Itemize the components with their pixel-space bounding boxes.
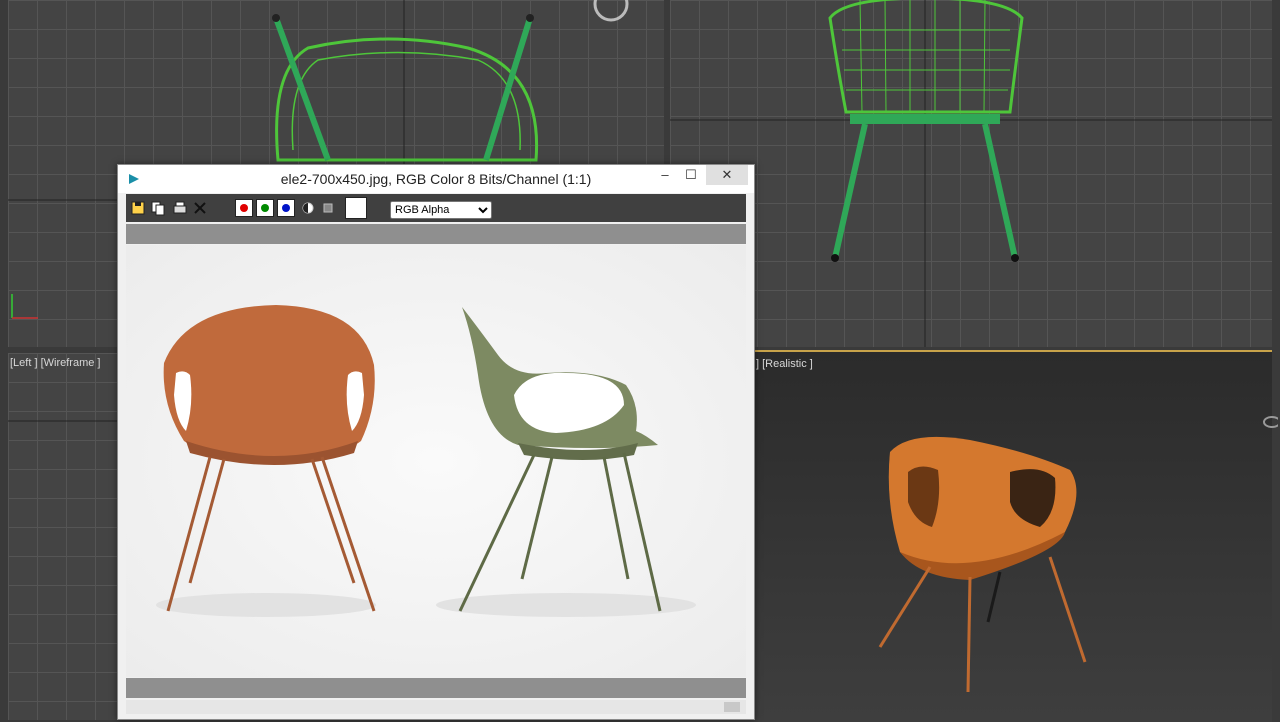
close-button[interactable]: ✕: [706, 165, 748, 185]
minimize-button[interactable]: –: [652, 165, 678, 185]
chair-photo: [126, 245, 746, 677]
image-toolbar: RGB Alpha: [126, 194, 746, 222]
blue-channel-toggle[interactable]: [277, 199, 295, 217]
channel-select[interactable]: RGB Alpha: [390, 201, 492, 219]
image-top-bar: [126, 224, 746, 244]
scrollbar-thumb[interactable]: [724, 702, 740, 712]
image-viewer-window[interactable]: ele2-700x450.jpg, RGB Color 8 Bits/Chann…: [117, 164, 755, 720]
mono-display-icon[interactable]: [320, 200, 336, 216]
viewport-perspective[interactable]: ] [Realistic ]: [670, 350, 1272, 722]
green-channel-icon: [261, 204, 269, 212]
rendered-chair-perspective: [878, 436, 1087, 693]
viewcube-icon[interactable]: [1258, 412, 1278, 432]
print-icon[interactable]: [172, 200, 188, 216]
alpha-channel-icon[interactable]: [300, 200, 316, 216]
image-canvas[interactable]: [126, 245, 746, 677]
red-channel-icon: [240, 204, 248, 212]
blue-channel-icon: [282, 204, 290, 212]
window-titlebar[interactable]: ele2-700x450.jpg, RGB Color 8 Bits/Chann…: [118, 165, 754, 193]
viewport-front[interactable]: [670, 0, 1272, 347]
green-channel-toggle[interactable]: [256, 199, 274, 217]
wireframe-chair-front: [670, 0, 1272, 347]
axis-gizmo-icon: [11, 294, 38, 319]
copy-icon[interactable]: [150, 200, 166, 216]
save-icon[interactable]: [130, 200, 146, 216]
maximize-button[interactable]: ☐: [678, 165, 704, 185]
color-swatch[interactable]: [345, 197, 367, 219]
horizontal-scrollbar[interactable]: [126, 700, 746, 714]
red-channel-toggle[interactable]: [235, 199, 253, 217]
image-bottom-bar: [126, 678, 746, 698]
clear-icon[interactable]: [192, 200, 208, 216]
